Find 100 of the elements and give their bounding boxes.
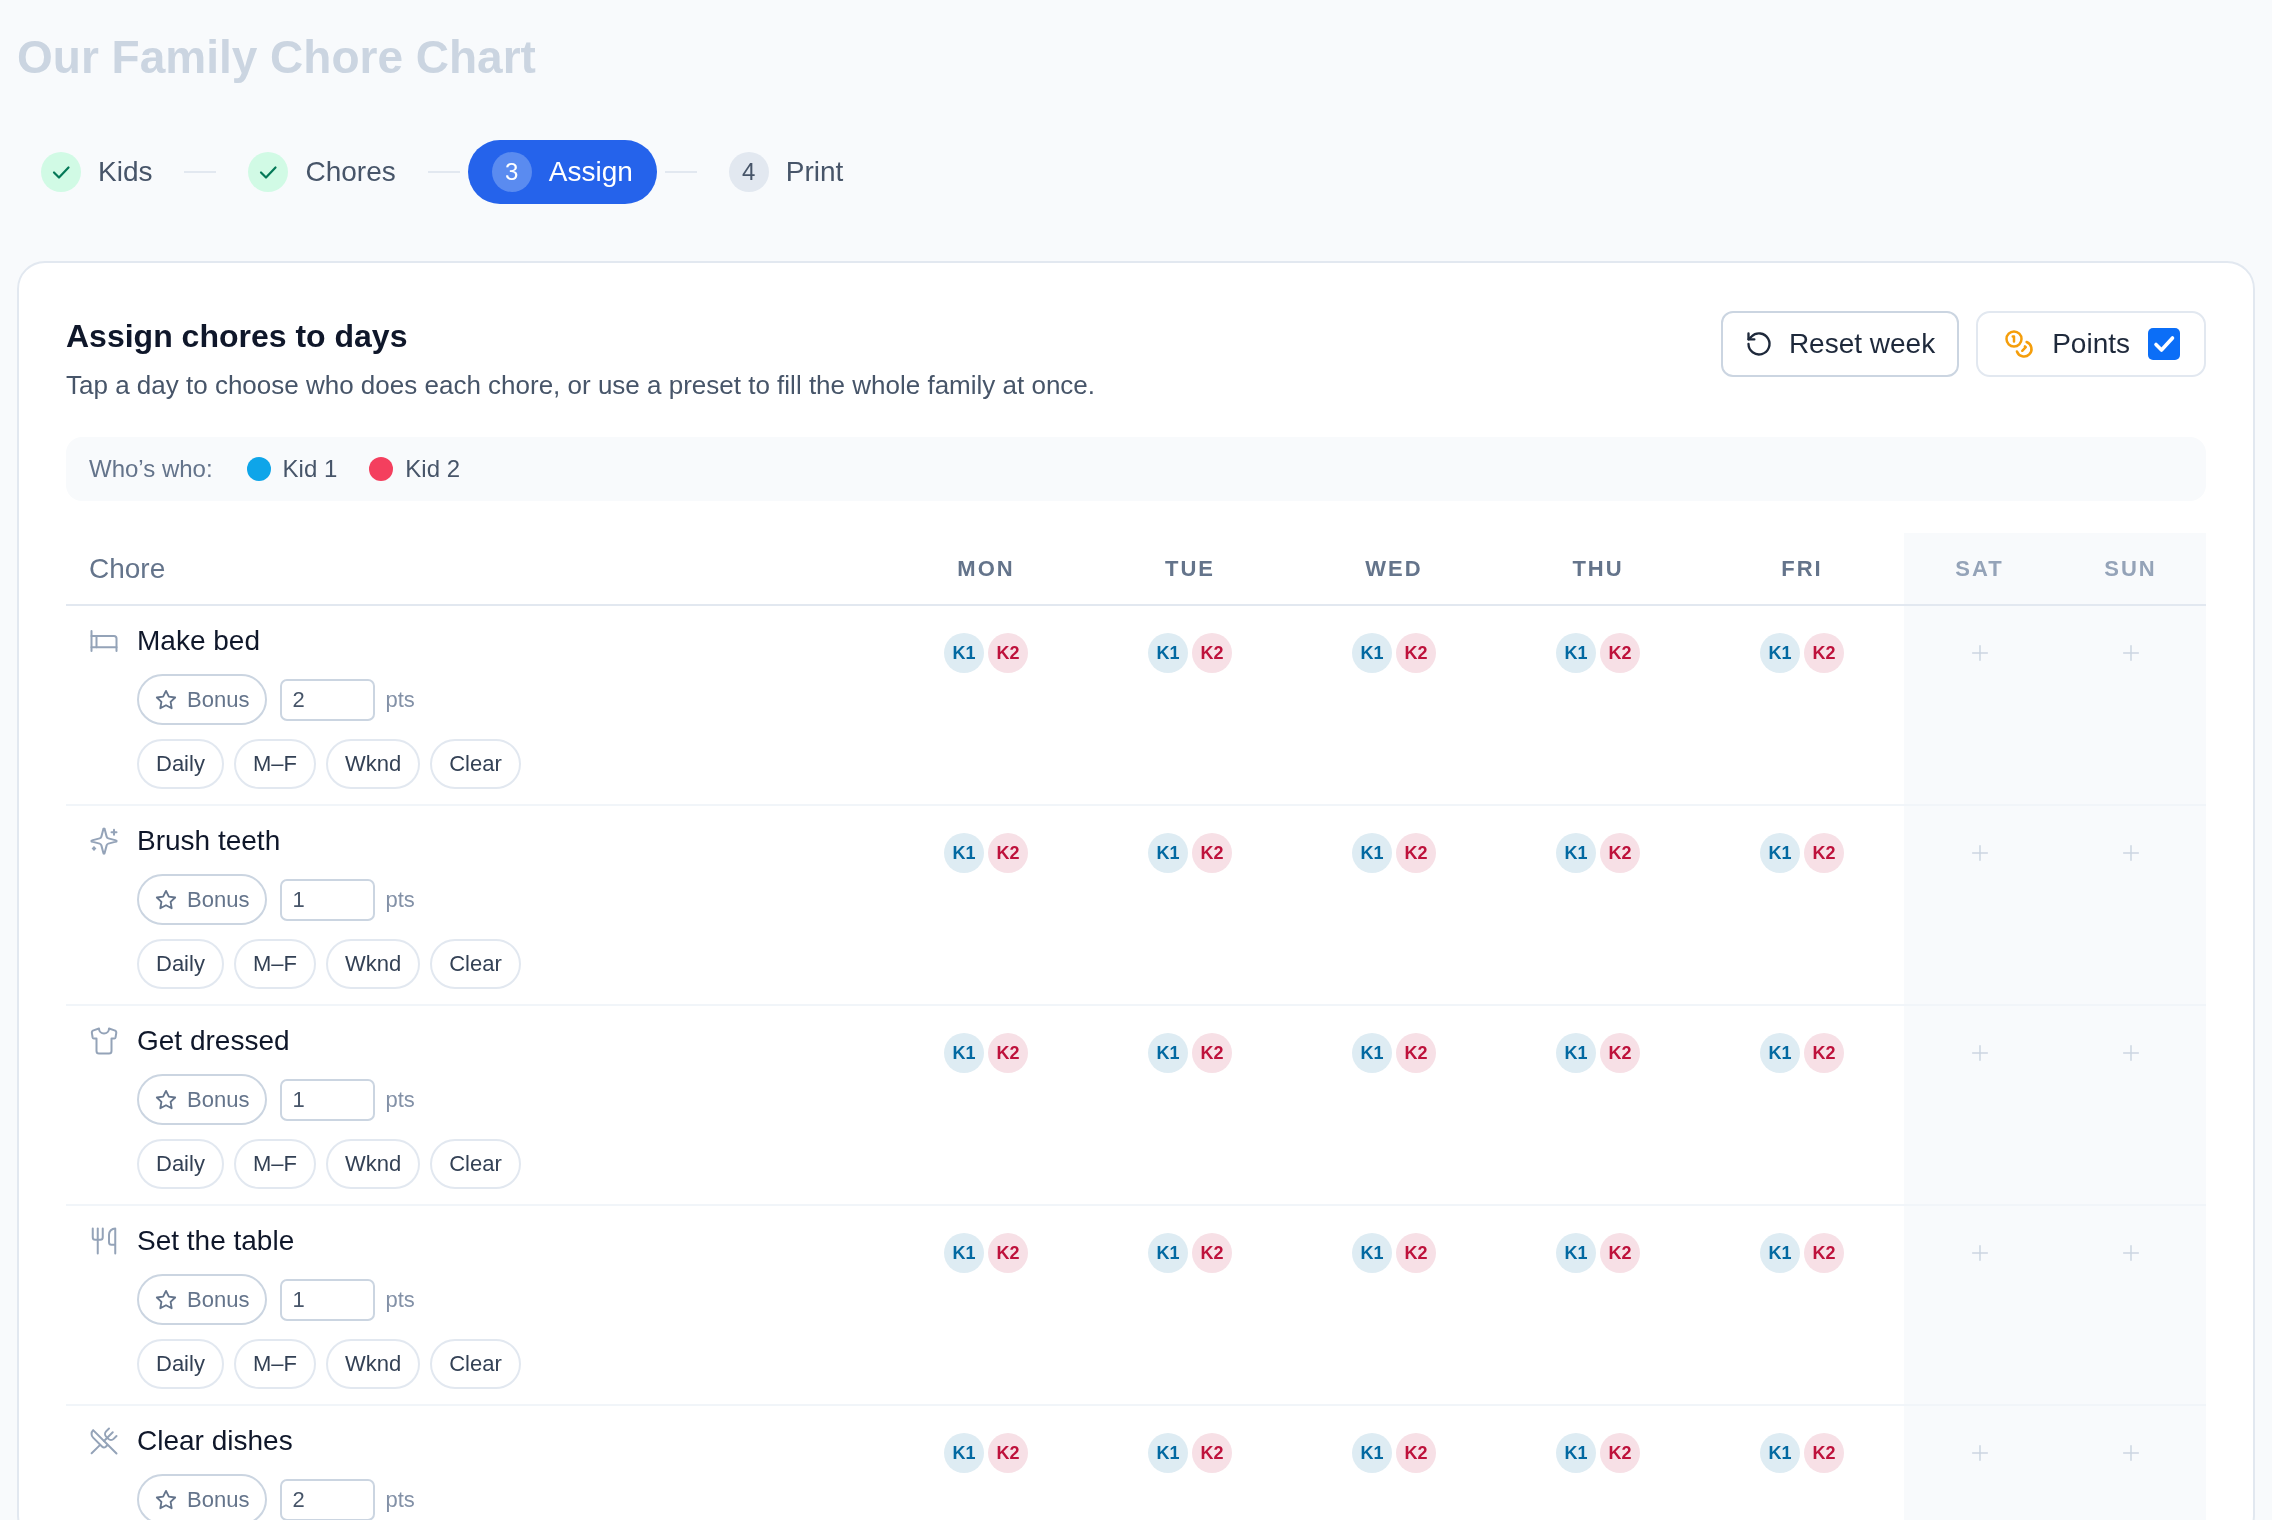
assignee-badge[interactable]: K1: [944, 1433, 984, 1473]
assignee-badge[interactable]: K1: [1760, 1433, 1800, 1473]
preset-button[interactable]: Clear: [430, 1339, 521, 1389]
star-icon: [155, 888, 177, 911]
points-input[interactable]: 2: [280, 678, 376, 721]
coins-icon: [2004, 329, 2035, 359]
weekend-cell[interactable]: [1904, 606, 2055, 804]
assignee-badge[interactable]: K1: [1148, 1233, 1188, 1273]
wizard-step[interactable]: Kids: [17, 140, 177, 204]
assignee-badge[interactable]: K2: [1396, 633, 1436, 673]
assignee-badge[interactable]: K1: [1556, 833, 1596, 873]
checkbox[interactable]: [2148, 328, 2180, 360]
weekend-cell[interactable]: [1904, 1006, 2055, 1204]
assignee-badge[interactable]: K1: [1148, 633, 1188, 673]
bonus-button[interactable]: Bonus: [137, 1074, 268, 1125]
assignee-badge[interactable]: K1: [1556, 1433, 1596, 1473]
preset-button[interactable]: Daily: [137, 939, 224, 989]
assignee-badge[interactable]: K1: [1352, 1233, 1392, 1273]
assignee-badge[interactable]: K1: [1352, 1033, 1392, 1073]
sparkles-icon: [89, 826, 119, 856]
assignee-badge[interactable]: K2: [1600, 833, 1640, 873]
assignee-badge[interactable]: K1: [1556, 1233, 1596, 1273]
assignee-badge[interactable]: K1: [944, 833, 984, 873]
reset-week-button[interactable]: Reset week: [1720, 311, 1960, 377]
preset-button[interactable]: M–F: [233, 1339, 316, 1389]
assignee-badge[interactable]: K1: [1760, 633, 1800, 673]
points-input[interactable]: 1: [280, 1278, 376, 1321]
points-toggle[interactable]: Points: [1976, 311, 2206, 377]
assignee-badge[interactable]: K2: [988, 1233, 1028, 1273]
preset-button[interactable]: Wknd: [325, 1339, 421, 1389]
preset-button[interactable]: M–F: [233, 739, 316, 789]
assignee-badge[interactable]: K1: [1760, 1233, 1800, 1273]
assignee-badge[interactable]: K1: [1352, 1433, 1392, 1473]
wizard-step[interactable]: 4 Print: [704, 140, 868, 204]
check-icon: [248, 152, 289, 192]
assignee-badge[interactable]: K2: [988, 1433, 1028, 1473]
assignee-badge[interactable]: K2: [1600, 1433, 1640, 1473]
assignee-badge[interactable]: K2: [1192, 1433, 1232, 1473]
bonus-button[interactable]: Bonus: [137, 874, 268, 925]
weekend-cell[interactable]: [2055, 606, 2206, 804]
preset-button[interactable]: Daily: [137, 739, 224, 789]
assignee-badge[interactable]: K2: [1600, 1033, 1640, 1073]
preset-button[interactable]: Wknd: [325, 1139, 421, 1189]
weekend-cell[interactable]: [2055, 1406, 2206, 1520]
assignee-badge[interactable]: K2: [988, 633, 1028, 673]
assignee-badge[interactable]: K2: [1600, 633, 1640, 673]
preset-button[interactable]: Clear: [430, 939, 521, 989]
assignee-badge[interactable]: K2: [1600, 1233, 1640, 1273]
assignee-badge[interactable]: K2: [1804, 833, 1844, 873]
weekend-cell[interactable]: [2055, 1006, 2206, 1204]
assignee-badge[interactable]: K2: [1396, 1433, 1436, 1473]
assignee-badge[interactable]: K2: [1192, 1033, 1232, 1073]
preset-button[interactable]: Daily: [137, 1139, 224, 1189]
assignee-badge[interactable]: K1: [1352, 633, 1392, 673]
assignee-badge[interactable]: K1: [1352, 833, 1392, 873]
preset-button[interactable]: M–F: [233, 1139, 316, 1189]
assignee-badge[interactable]: K1: [1760, 833, 1800, 873]
assignee-badge[interactable]: K2: [1396, 833, 1436, 873]
assignee-badge[interactable]: K1: [944, 1233, 984, 1273]
assignee-badge[interactable]: K2: [1396, 1233, 1436, 1273]
bonus-button[interactable]: Bonus: [137, 674, 268, 725]
circular-arrow-icon: [1744, 330, 1773, 358]
preset-button[interactable]: Wknd: [325, 739, 421, 789]
points-input[interactable]: 1: [280, 1078, 376, 1121]
assignee-badge[interactable]: K1: [944, 1033, 984, 1073]
weekend-cell[interactable]: [2055, 806, 2206, 1004]
assignee-badge[interactable]: K2: [1804, 633, 1844, 673]
assignee-badge[interactable]: K2: [1192, 833, 1232, 873]
wizard-step[interactable]: Chores: [224, 140, 420, 204]
assignee-badge[interactable]: K2: [1804, 1433, 1844, 1473]
preset-button[interactable]: Clear: [430, 1139, 521, 1189]
points-input[interactable]: 1: [280, 878, 376, 921]
weekend-cell[interactable]: [1904, 806, 2055, 1004]
assignee-badge[interactable]: K1: [1148, 1433, 1188, 1473]
assignee-badge[interactable]: K2: [988, 1033, 1028, 1073]
assignee-badge[interactable]: K1: [1148, 833, 1188, 873]
assignee-badge[interactable]: K1: [1556, 633, 1596, 673]
preset-button[interactable]: Wknd: [325, 939, 421, 989]
assignee-badge[interactable]: K2: [1192, 1233, 1232, 1273]
bonus-button[interactable]: Bonus: [137, 1474, 268, 1520]
points-unit: pts: [385, 1486, 415, 1513]
preset-button[interactable]: Clear: [430, 739, 521, 789]
points-input[interactable]: 2: [280, 1478, 376, 1520]
assignee-badge[interactable]: K2: [988, 833, 1028, 873]
assignee-badge[interactable]: K2: [1192, 633, 1232, 673]
assignee-badge[interactable]: K1: [1556, 1033, 1596, 1073]
assignee-badge[interactable]: K2: [1396, 1033, 1436, 1073]
wizard-step[interactable]: 3 Assign: [467, 140, 657, 204]
weekend-cell[interactable]: [2055, 1206, 2206, 1404]
weekend-cell[interactable]: [1904, 1406, 2055, 1520]
assignee-badge[interactable]: K2: [1804, 1033, 1844, 1073]
bonus-button[interactable]: Bonus: [137, 1274, 268, 1325]
weekend-cell[interactable]: [1904, 1206, 2055, 1404]
star-icon: [155, 1488, 177, 1511]
assignee-badge[interactable]: K2: [1804, 1233, 1844, 1273]
preset-button[interactable]: M–F: [233, 939, 316, 989]
assignee-badge[interactable]: K1: [1760, 1033, 1800, 1073]
assignee-badge[interactable]: K1: [1148, 1033, 1188, 1073]
preset-button[interactable]: Daily: [137, 1339, 224, 1389]
assignee-badge[interactable]: K1: [944, 633, 984, 673]
